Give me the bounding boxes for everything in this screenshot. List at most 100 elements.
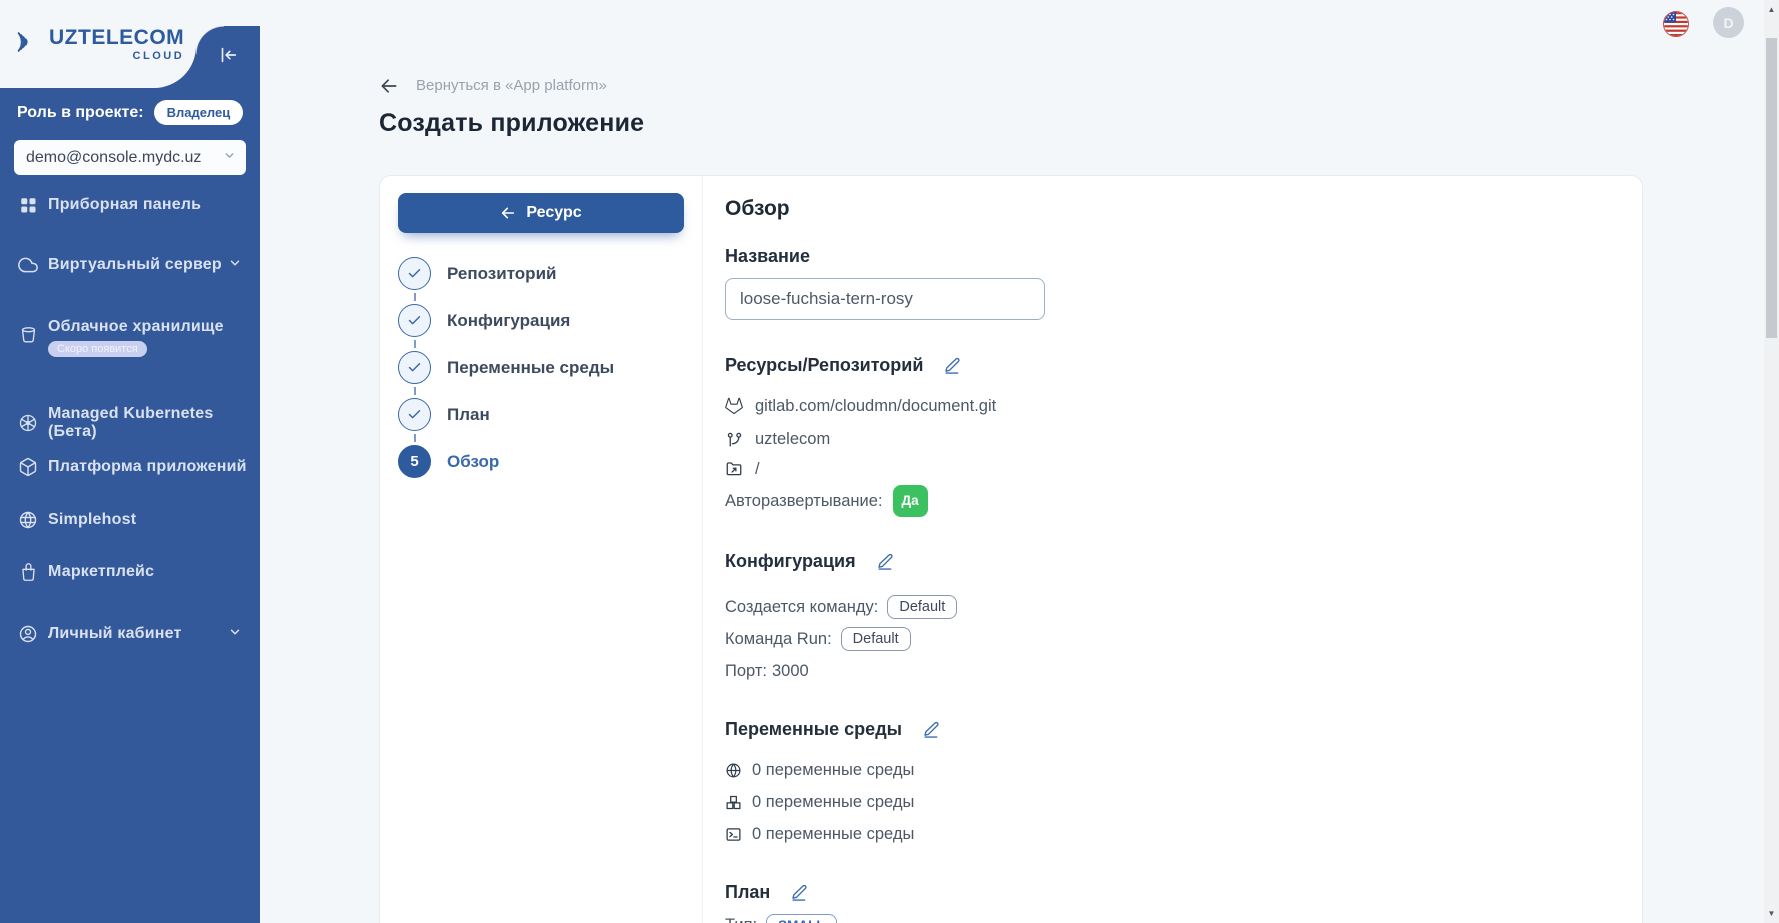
collapse-sidebar-button[interactable] [208,40,248,74]
project-select[interactable]: demo@console.mydc.uz [14,140,246,175]
step-check-icon [398,398,431,431]
step-env-variables[interactable]: Переменные среды [398,351,684,384]
autodeploy-row: Авторазвертывание: Да [725,487,1612,515]
overview-panel: Обзор Название Ресурсы/Репозиторий gitla… [703,176,1642,923]
plan-type-label: Тип: [725,916,757,923]
env-runtime-row: 0 переменные среды [725,822,1612,846]
user-circle-icon [18,624,38,644]
role-badge: Владелец [154,100,244,125]
step-connector [398,337,684,351]
create-app-card: Ресурс Репозиторий Конфигурация [379,175,1643,923]
step-connector [398,384,684,398]
port-row: Порт: 3000 [725,657,1612,685]
step-configuration[interactable]: Конфигурация [398,304,684,337]
step-label: Конфигурация [447,311,570,331]
sidebar-item-virtual-server[interactable]: Виртуальный сервер [0,255,260,275]
back-arrow-icon [500,205,516,221]
run-command-row: Команда Run: Default [725,625,1612,653]
logo-area: UZTELECOM CLOUD [0,0,196,88]
repo-section-title: Ресурсы/Репозиторий [725,353,923,377]
dashboard-icon [18,195,38,215]
plan-type-row: Тип: SMALL [725,914,1612,923]
sidebar-item-cloud-storage[interactable]: Облачное хранилище Скоро появится [0,318,260,357]
git-branch-icon [725,431,743,448]
env-count-text: 0 переменные среды [752,790,914,814]
step-overview-active[interactable]: 5 Обзор [398,445,684,478]
back-arrow-icon [379,76,399,96]
plan-type-badge: SMALL [766,914,837,923]
page-header: Вернуться в «App platform» Создать прило… [379,76,644,138]
globe-icon [725,762,742,779]
sidebar-item-managed-kubernetes[interactable]: Managed Kubernetes (Бета) [0,405,260,441]
sidebar-item-label: Приборная панель [48,196,201,214]
build-command-row: Создается команду: Default [725,593,1612,621]
cube-icon [18,457,38,477]
sidebar-item-label: Облачное хранилище [48,318,224,336]
step-label: Обзор [447,452,499,472]
autodeploy-label: Авторазвертывание: [725,489,883,513]
sidebar-item-label: Маркетплейс [48,563,154,581]
avatar-initial: D [1723,15,1733,31]
autodeploy-badge: Да [893,485,928,517]
repo-url: gitlab.com/cloudmn/document.git [755,394,996,418]
globe-icon [18,510,38,530]
brand-name: UZTELECOM [49,27,184,48]
plan-section-title: План [725,880,770,904]
step-repository[interactable]: Репозиторий [398,257,684,290]
step-check-icon [398,304,431,337]
resource-back-button[interactable]: Ресурс [398,193,684,233]
modules-icon [725,794,742,811]
port-value: 3000 [772,662,809,681]
language-us-flag-icon[interactable] [1663,11,1689,37]
edit-env-button[interactable] [922,720,941,739]
sidebar-item-label: Платформа приложений [48,458,247,476]
logo-waves-icon [16,29,42,60]
step-connector [398,290,684,304]
sidebar-item-label: Виртуальный сервер [48,256,222,274]
collapse-sidebar-icon [217,44,239,71]
step-check-icon [398,351,431,384]
wizard-steps: Репозиторий Конфигурация Переменные сред… [398,257,684,478]
chevron-down-icon [223,149,236,167]
resource-back-label: Ресурс [526,204,581,222]
wizard-steps-panel: Ресурс Репозиторий Конфигурация [380,176,703,923]
edit-repo-button[interactable] [943,356,962,375]
build-command-label: Создается команду: [725,598,878,617]
sidebar-item-dashboard[interactable]: Приборная панель [0,195,260,215]
repo-path-row: / [725,457,1612,481]
scroll-down-arrow[interactable]: ▼ [1764,906,1779,921]
edit-plan-button[interactable] [790,883,809,902]
uztelecom-logo[interactable]: UZTELECOM CLOUD [16,27,184,62]
sidebar-item-app-platform[interactable]: Платформа приложений [0,457,260,477]
brand-sub: CLOUD [133,51,185,62]
repo-path: / [755,457,760,481]
repo-branch: uztelecom [755,427,830,451]
step-label: План [447,405,490,425]
sidebar-item-personal-account[interactable]: Личный кабинет [0,624,260,644]
repo-branch-row: uztelecom [725,427,1612,451]
step-check-icon [398,257,431,290]
step-label: Переменные среды [447,358,614,378]
project-role-row: Роль в проекте: Владелец [17,100,243,125]
run-command-badge: Default [841,627,911,651]
sidebar-item-simplehost[interactable]: Simplehost [0,510,260,530]
env-section-title: Переменные среды [725,717,902,741]
app-name-input[interactable] [725,278,1045,320]
user-avatar[interactable]: D [1713,7,1744,38]
env-count-text: 0 переменные среды [752,758,914,782]
bag-icon [18,562,38,582]
coming-soon-badge: Скоро появится [48,341,147,357]
overview-title: Обзор [725,196,1612,222]
sidebar-item-label: Личный кабинет [48,625,182,643]
edit-config-button[interactable] [876,552,895,571]
step-plan[interactable]: План [398,398,684,431]
project-select-value: demo@console.mydc.uz [26,149,201,167]
scrollbar-thumb[interactable] [1766,38,1777,338]
sidebar-item-marketplace[interactable]: Маркетплейс [0,562,260,582]
vertical-scrollbar: ▲ ▼ [1764,0,1779,923]
back-link[interactable]: Вернуться в «App platform» [379,76,644,96]
chevron-down-icon [228,625,242,644]
env-count-text: 0 переменные среды [752,822,914,846]
env-build-row: 0 переменные среды [725,790,1612,814]
scroll-up-arrow[interactable]: ▲ [1764,2,1779,17]
